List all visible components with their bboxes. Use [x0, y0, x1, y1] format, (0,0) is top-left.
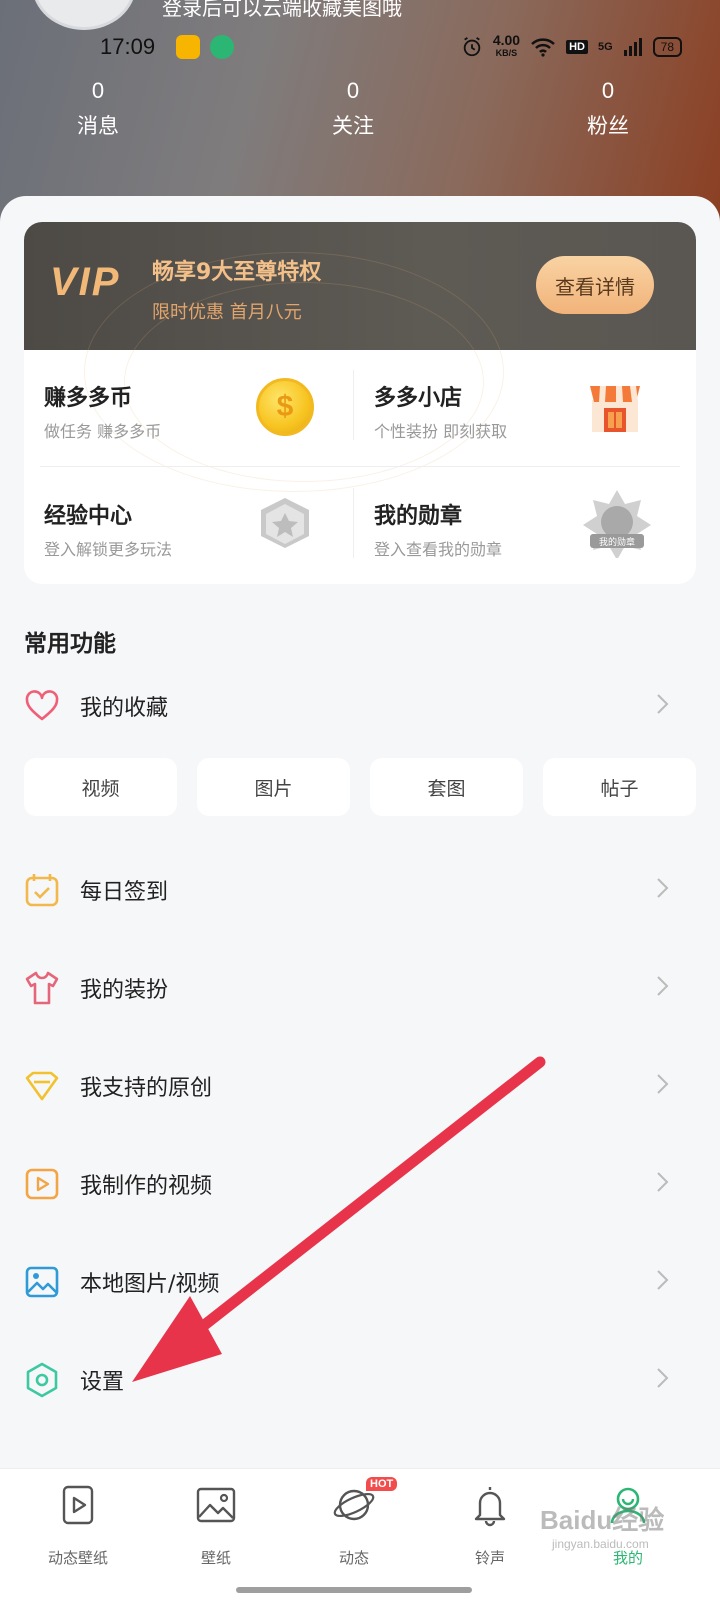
watermark-sub: jingyan.baidu.com [552, 1537, 649, 1551]
stat-label: 粉丝 [587, 114, 629, 138]
shop-cell[interactable]: 多多小店 个性装扮 即刻获取 [354, 350, 674, 460]
stat-value: 0 [91, 78, 105, 103]
image-icon [25, 1266, 59, 1298]
weibo-icon [176, 35, 200, 59]
chevron-right-icon [657, 1172, 669, 1192]
cell-subtitle: 登入解锁更多玩法 [44, 540, 173, 559]
cell-title: 经验中心 [44, 504, 133, 529]
tile-images[interactable]: 图片 [197, 758, 350, 816]
settings-icon [26, 1362, 58, 1398]
menu-label: 本地图片/视频 [80, 1272, 220, 1297]
divider [40, 466, 680, 467]
cell-subtitle: 登入查看我的勋章 [374, 540, 503, 559]
diamond-icon [25, 1071, 59, 1101]
stat-messages[interactable]: 0 消息 [38, 78, 158, 140]
cell-title: 多多小店 [374, 386, 463, 411]
shirt-icon [25, 971, 59, 1005]
vip-logo: VIP [50, 260, 121, 304]
nav-live-wallpaper[interactable]: 动态壁纸 [18, 1483, 138, 1568]
chevron-right-icon [657, 878, 669, 898]
watermark: Baidu经验 jingyan.baidu.com [540, 1500, 664, 1551]
vip-title: 畅享9大至尊特权 [152, 260, 322, 285]
play-icon [25, 1168, 59, 1200]
menu-label: 我的装扮 [80, 978, 169, 1003]
earn-coins-cell[interactable]: 赚多多币 做任务 赚多多币 $ [24, 350, 344, 460]
watermark-text: Baidu经验 [540, 1505, 665, 1535]
stat-label: 消息 [77, 114, 119, 138]
menu-item-local-media[interactable]: 本地图片/视频 [0, 1242, 720, 1322]
chevron-right-icon [657, 1368, 669, 1388]
menu-item-my-outfit[interactable]: 我的装扮 [0, 948, 720, 1028]
nav-label: 壁纸 [200, 1549, 231, 1567]
menu-item-settings[interactable]: 设置 [0, 1340, 720, 1420]
vip-subtitle: 限时优惠 首月八元 [152, 302, 302, 323]
hd-badge: HD [566, 40, 588, 54]
vip-banner[interactable]: VIP 畅享9大至尊特权 限时优惠 首月八元 查看详情 [24, 222, 696, 492]
stat-following[interactable]: 0 关注 [293, 78, 413, 140]
nav-label: 动态壁纸 [47, 1549, 108, 1567]
tile-sets[interactable]: 套图 [370, 758, 523, 816]
signal-icon [623, 38, 642, 56]
nav-feed[interactable]: HOT 动态 [294, 1477, 414, 1568]
video-app-icon [210, 35, 234, 59]
stat-value: 0 [346, 78, 360, 103]
chevron-right-icon [657, 1074, 669, 1094]
cell-title: 赚多多币 [44, 386, 133, 411]
chevron-right-icon [657, 1270, 669, 1290]
menu-label: 我制作的视频 [80, 1174, 213, 1199]
net-speed-value: 4.00 [492, 32, 521, 48]
status-icons: 4.00 KB/S HD 5G 78 [461, 32, 682, 60]
favorites-row[interactable]: 我的收藏 [0, 666, 720, 746]
status-time: 17:09 [100, 34, 156, 59]
menu-item-daily-checkin[interactable]: 每日签到 [0, 850, 720, 930]
medal-icon: 我的勋章 [580, 488, 654, 560]
cell-subtitle: 做任务 赚多多币 [44, 422, 162, 441]
chevron-right-icon [657, 694, 669, 714]
stat-label: 关注 [332, 114, 374, 138]
nav-label: 动态 [338, 1549, 369, 1567]
favorites-label: 我的收藏 [80, 696, 169, 721]
coin-icon: $ [256, 378, 314, 436]
main-sheet: VIP 畅享9大至尊特权 限时优惠 首月八元 查看详情 赚多多币 做任务 赚多多… [0, 196, 720, 1600]
menu-item-supported-originals[interactable]: 我支持的原创 [0, 1046, 720, 1126]
menu-label: 设置 [80, 1370, 125, 1395]
home-indicator[interactable] [236, 1587, 472, 1593]
heart-icon [25, 690, 59, 721]
menu-label: 我支持的原创 [80, 1076, 213, 1101]
chevron-right-icon [657, 976, 669, 996]
stat-value: 0 [601, 78, 615, 103]
nav-wallpaper[interactable]: 壁纸 [156, 1483, 276, 1568]
net-speed: 4.00 KB/S [492, 32, 521, 60]
login-hint[interactable]: 登录后可以云端收藏美图哦 [162, 0, 402, 21]
medal-badge-text: 我的勋章 [598, 538, 635, 548]
nav-label: 铃声 [474, 1549, 505, 1567]
battery-indicator: 78 [652, 37, 682, 57]
vip-card: VIP 畅享9大至尊特权 限时优惠 首月八元 查看详情 赚多多币 做任务 赚多多… [24, 222, 696, 584]
calendar-check-icon [25, 874, 59, 907]
live-wallpaper-icon [62, 1485, 94, 1525]
wifi-icon [531, 38, 555, 57]
cell-title: 我的勋章 [374, 504, 463, 529]
bell-icon [474, 1487, 506, 1527]
net-speed-unit: KB/S [495, 48, 518, 58]
tile-videos[interactable]: 视频 [24, 758, 177, 816]
avatar[interactable] [32, 0, 136, 30]
level-badge-icon [261, 498, 309, 548]
nav-ringtone[interactable]: 铃声 [430, 1483, 550, 1568]
medal-cell[interactable]: 我的勋章 登入查看我的勋章 我的勋章 [354, 468, 674, 578]
cell-subtitle: 个性装扮 即刻获取 [374, 422, 508, 441]
section-title: 常用功能 [24, 631, 116, 657]
hot-badge: HOT [366, 1477, 398, 1491]
menu-item-my-videos[interactable]: 我制作的视频 [0, 1144, 720, 1224]
tile-posts[interactable]: 帖子 [543, 758, 696, 816]
shop-icon [590, 386, 640, 432]
signal-label: 5G [597, 41, 613, 53]
stat-fans[interactable]: 0 粉丝 [548, 78, 668, 140]
vip-details-button[interactable]: 查看详情 [536, 256, 654, 314]
wallpaper-icon [196, 1487, 236, 1523]
alarm-icon [463, 37, 481, 57]
favorites-tiles: 视频 图片 套图 帖子 [24, 758, 696, 816]
menu-label: 每日签到 [80, 880, 169, 905]
experience-cell[interactable]: 经验中心 登入解锁更多玩法 [24, 468, 344, 578]
